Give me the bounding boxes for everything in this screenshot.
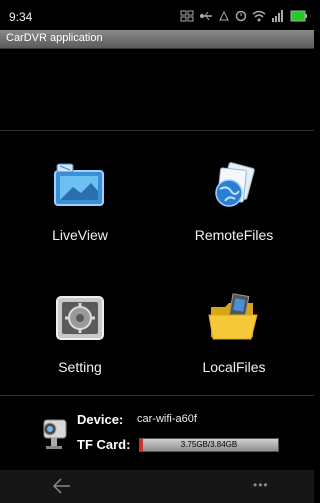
remote-files-icon [215,162,255,207]
app-title: CarDVR application [6,32,103,44]
wifi-icon [252,10,266,22]
alarm-icon [235,10,247,22]
storage-bar: 3.75GB/3.84GB [139,438,279,452]
app-title-bar: CarDVR application [0,30,314,49]
main-menu-grid: LiveView RemoteFiles Setting LocalFiles [0,131,314,394]
device-name: car-wifi-a60f [137,413,197,425]
usb-icon [200,11,212,21]
status-time: 9:34 [9,10,33,24]
screen-mirror-icon [180,10,194,22]
remote-files-button[interactable]: RemoteFiles [164,131,304,251]
liveview-label: LiveView [52,227,108,243]
status-bar: 9:34 [0,0,314,30]
remote-files-label: RemoteFiles [194,227,274,243]
status-icons [180,9,308,23]
device-info-panel: Device: car-wifi-a60f TF Card: 3.75GB/3.… [0,396,314,470]
storage-text: 3.75GB/3.84GB [180,440,238,449]
tf-card-label: TF Card: [77,437,131,452]
local-files-button[interactable]: LocalFiles [164,263,304,383]
signal-icon [272,10,283,22]
local-files-label: LocalFiles [202,359,266,375]
setting-icon [56,296,104,340]
navigation-bar: ••• [0,470,314,503]
setting-label: Setting [58,359,102,375]
liveview-icon [54,163,104,206]
camera-icon [43,419,67,449]
back-arrow-icon[interactable] [50,476,74,496]
device-label: Device: [77,412,124,427]
more-options-icon[interactable]: ••• [253,478,277,494]
battery-icon [290,10,307,22]
setting-button[interactable]: Setting [10,263,150,383]
local-files-icon [208,293,258,340]
usb-debug-icon [219,10,229,21]
liveview-button[interactable]: LiveView [10,131,150,251]
preview-area [0,49,314,129]
